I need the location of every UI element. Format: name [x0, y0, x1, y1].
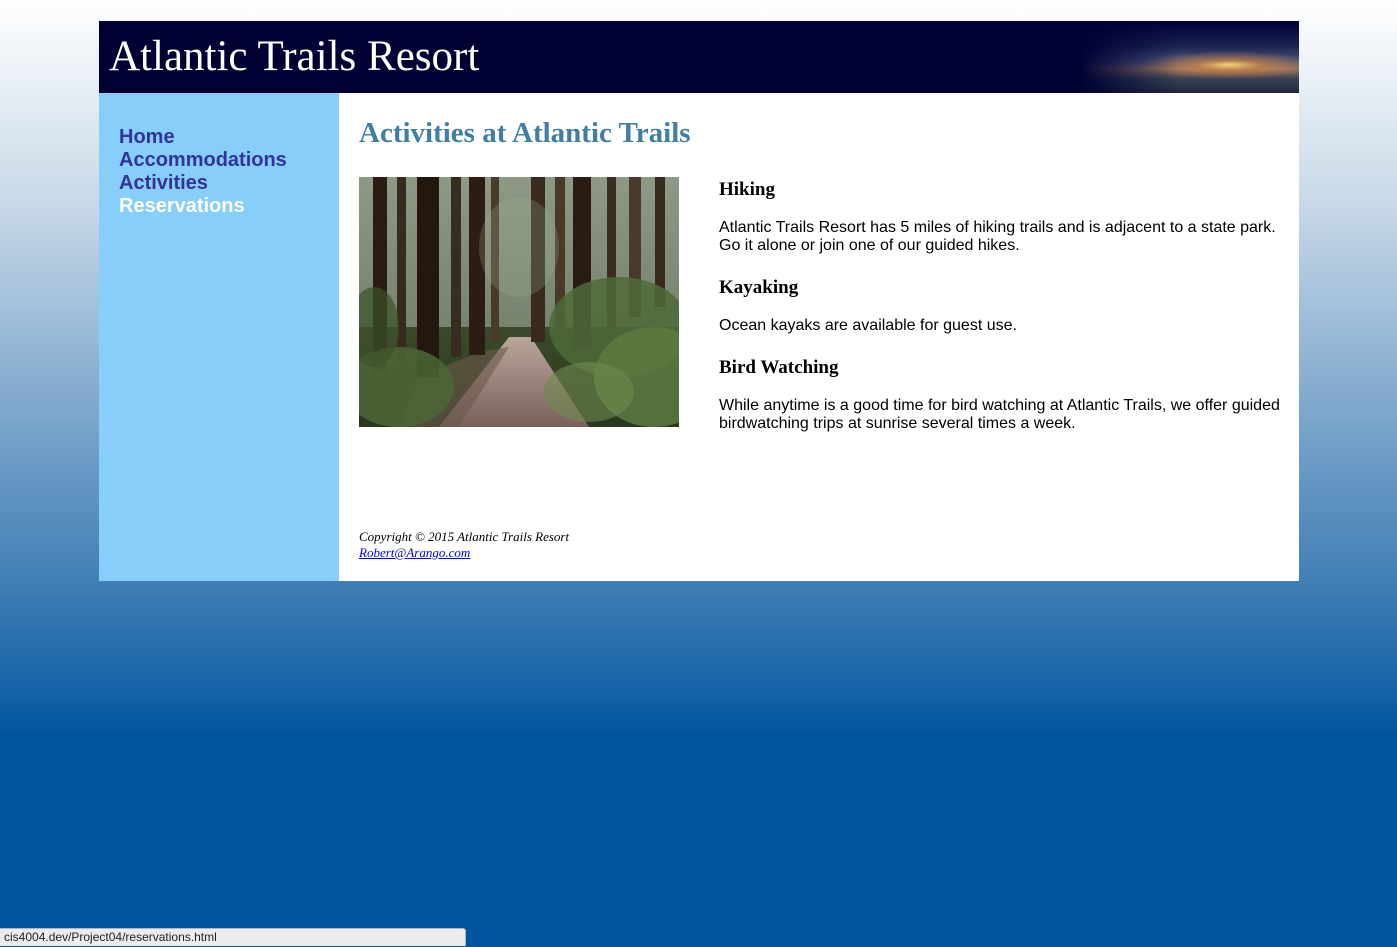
activity-kayaking: Kayaking Ocean kayaks are available for …	[719, 277, 1289, 335]
activity-description: Ocean kayaks are available for guest use…	[719, 317, 1017, 334]
nav-link-reservations[interactable]: Reservations	[119, 195, 339, 218]
copyright-text: Copyright © 2015 Atlantic Trails Resort	[359, 529, 570, 544]
nav-list: Home Accommodations Activities Reservati…	[99, 126, 339, 218]
nav-link-home[interactable]: Home	[119, 126, 339, 149]
activity-title: Hiking	[719, 179, 775, 200]
nav-link-accommodations[interactable]: Accommodations	[119, 149, 339, 172]
sidebar-nav: Home Accommodations Activities Reservati…	[99, 93, 339, 581]
activity-hiking: Hiking Atlantic Trails Resort has 5 mile…	[719, 179, 1289, 255]
nav-item-accommodations: Accommodations	[119, 149, 339, 172]
sunrise-banner-image	[1079, 21, 1299, 93]
activity-bird-watching: Bird Watching While anytime is a good ti…	[719, 357, 1289, 433]
activity-title: Bird Watching	[719, 357, 839, 378]
page-heading: Activities at Atlantic Trails	[359, 117, 691, 149]
site-header: Atlantic Trails Resort	[99, 21, 1299, 93]
page-footer: Copyright © 2015 Atlantic Trails Resort …	[359, 529, 569, 561]
activity-list: Hiking Atlantic Trails Resort has 5 mile…	[719, 179, 1289, 433]
nav-item-home: Home	[119, 126, 339, 149]
activity-title: Kayaking	[719, 277, 799, 298]
activity-description: While anytime is a good time for bird wa…	[719, 397, 1280, 432]
trail-photo-svg	[359, 177, 679, 427]
nav-item-activities: Activities	[119, 172, 339, 195]
email-link[interactable]: Robert@Arango.com	[359, 545, 470, 560]
nav-item-reservations: Reservations	[119, 195, 339, 218]
main-content: Activities at Atlantic Trails Hiking Atl…	[339, 93, 1299, 581]
page-wrapper: Atlantic Trails Resort Home Accommodatio…	[99, 21, 1299, 581]
nav-link-activities[interactable]: Activities	[119, 172, 339, 195]
trail-photo	[359, 177, 679, 427]
browser-status-bar: cis4004.dev/Project04/reservations.html	[0, 928, 466, 946]
site-title: Atlantic Trails Resort	[109, 33, 480, 80]
activity-description: Atlantic Trails Resort has 5 miles of hi…	[719, 219, 1276, 254]
body-row: Home Accommodations Activities Reservati…	[99, 93, 1299, 581]
